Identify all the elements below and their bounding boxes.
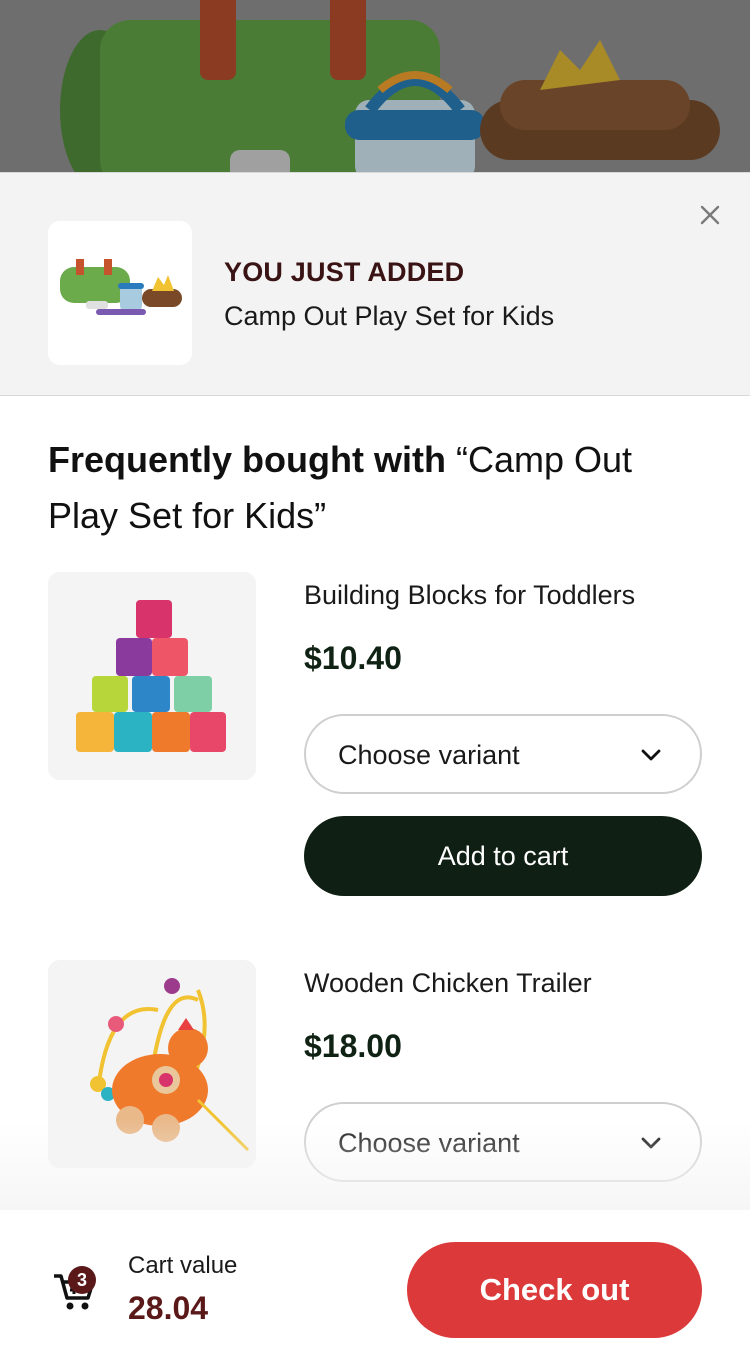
camp-set-thumbnail [60,259,182,315]
frequently-bought-title: Frequently bought with “Camp Out Play Se… [48,432,708,544]
chevron-down-icon [641,749,661,761]
product-image[interactable] [48,572,256,780]
chevron-down-icon [641,1137,661,1149]
variant-select-label: Choose variant [338,1128,520,1158]
add-to-cart-button[interactable]: Add to cart [304,816,702,896]
frequently-bought-prefix: Frequently bought with [48,439,446,480]
product-card: Building Blocks for Toddlers $10.40 Choo… [48,572,702,902]
building-blocks-image [48,572,256,780]
variant-select[interactable]: Choose variant [304,714,702,794]
added-to-cart-banner: YOU JUST ADDED Camp Out Play Set for Kid… [0,172,750,396]
product-image[interactable] [48,960,256,1168]
cart-count-badge: 3 [68,1266,96,1294]
cart-value-amount: 28.04 [128,1290,209,1326]
product-name[interactable]: Wooden Chicken Trailer [304,968,592,999]
close-icon [700,205,720,225]
cart-value-label: Cart value [128,1252,238,1279]
product-card: Wooden Chicken Trailer $18.00 Choose var… [48,960,702,1190]
wooden-chicken-image [48,960,256,1168]
variant-select[interactable]: Choose variant [304,1102,702,1182]
added-product-name: Camp Out Play Set for Kids [224,301,555,331]
hero-background-image [0,0,750,172]
added-heading: YOU JUST ADDED [224,257,465,287]
checkout-button[interactable]: Check out [407,1242,702,1338]
variant-select-label: Choose variant [338,740,520,770]
product-price: $10.40 [304,640,402,676]
close-button[interactable] [694,199,726,231]
product-name[interactable]: Building Blocks for Toddlers [304,580,635,611]
hero-product-illustration [0,0,750,172]
added-product-image [48,221,192,365]
cart-bottom-bar: 3 Cart value 28.04 Check out [0,1210,750,1370]
product-price: $18.00 [304,1028,402,1064]
